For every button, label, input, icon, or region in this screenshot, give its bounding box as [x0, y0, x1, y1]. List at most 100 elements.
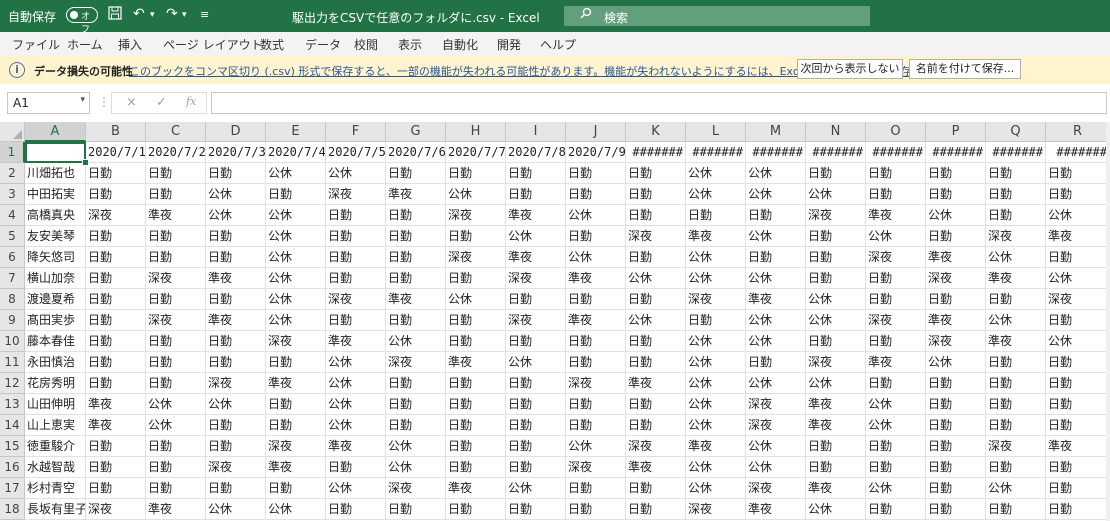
cell-i5[interactable]: 公休 — [506, 226, 566, 247]
cell-m11[interactable]: 日勤 — [746, 352, 806, 373]
cell-d5[interactable]: 日勤 — [206, 226, 266, 247]
cell-b12[interactable]: 日勤 — [86, 373, 146, 394]
row-header-8[interactable]: 8 — [0, 289, 25, 310]
insert-function-icon[interactable]: fx — [186, 95, 196, 108]
cell-h16[interactable]: 日勤 — [446, 457, 506, 478]
cell-j12[interactable]: 深夜 — [566, 373, 626, 394]
cell-o4[interactable]: 準夜 — [866, 205, 926, 226]
cell-j17[interactable]: 日勤 — [566, 478, 626, 499]
cell-f14[interactable]: 公休 — [326, 415, 386, 436]
fill-handle[interactable] — [82, 159, 89, 166]
cell-l14[interactable]: 公休 — [686, 415, 746, 436]
cell-g12[interactable]: 日勤 — [386, 373, 446, 394]
cell-c3[interactable]: 日勤 — [146, 184, 206, 205]
cell-f18[interactable]: 日勤 — [326, 499, 386, 520]
redo-dropdown-icon[interactable]: ▾ — [182, 10, 187, 20]
cell-f10[interactable]: 準夜 — [326, 331, 386, 352]
cell-d3[interactable]: 公休 — [206, 184, 266, 205]
cell-f11[interactable]: 公休 — [326, 352, 386, 373]
cell-r1[interactable]: ####### — [1046, 142, 1110, 163]
cell-j11[interactable]: 日勤 — [566, 352, 626, 373]
cell-e13[interactable]: 日勤 — [266, 394, 326, 415]
cell-p17[interactable]: 日勤 — [926, 478, 986, 499]
cell-n17[interactable]: 準夜 — [806, 478, 866, 499]
cell-n6[interactable]: 日勤 — [806, 247, 866, 268]
cell-c15[interactable]: 日勤 — [146, 436, 206, 457]
cell-i7[interactable]: 深夜 — [506, 268, 566, 289]
cell-q4[interactable]: 日勤 — [986, 205, 1046, 226]
cell-n7[interactable]: 日勤 — [806, 268, 866, 289]
row-header-7[interactable]: 7 — [0, 268, 25, 289]
cell-k9[interactable]: 公休 — [626, 310, 686, 331]
column-header-g[interactable]: G — [386, 122, 446, 142]
cell-r7[interactable]: 公休 — [1046, 268, 1110, 289]
cell-r11[interactable]: 日勤 — [1046, 352, 1110, 373]
cell-n12[interactable]: 公休 — [806, 373, 866, 394]
column-header-e[interactable]: E — [266, 122, 326, 142]
cell-j14[interactable]: 日勤 — [566, 415, 626, 436]
cell-a15[interactable]: 徳重駿介 — [25, 436, 86, 457]
cell-g10[interactable]: 公休 — [386, 331, 446, 352]
cell-b6[interactable]: 日勤 — [86, 247, 146, 268]
cell-q12[interactable]: 日勤 — [986, 373, 1046, 394]
cell-n2[interactable]: 日勤 — [806, 163, 866, 184]
cell-b13[interactable]: 準夜 — [86, 394, 146, 415]
cell-j4[interactable]: 公休 — [566, 205, 626, 226]
column-header-m[interactable]: M — [746, 122, 806, 142]
cell-c16[interactable]: 日勤 — [146, 457, 206, 478]
cell-p7[interactable]: 深夜 — [926, 268, 986, 289]
cell-a1[interactable] — [25, 142, 86, 163]
cell-g14[interactable]: 日勤 — [386, 415, 446, 436]
column-header-i[interactable]: I — [506, 122, 566, 142]
cell-f5[interactable]: 日勤 — [326, 226, 386, 247]
cell-e9[interactable]: 公休 — [266, 310, 326, 331]
cell-o15[interactable]: 日勤 — [866, 436, 926, 457]
cell-m10[interactable]: 公休 — [746, 331, 806, 352]
cell-j13[interactable]: 日勤 — [566, 394, 626, 415]
cell-i2[interactable]: 日勤 — [506, 163, 566, 184]
cell-q2[interactable]: 日勤 — [986, 163, 1046, 184]
splitter-handle[interactable]: ⋮ — [98, 95, 110, 109]
cell-i3[interactable]: 日勤 — [506, 184, 566, 205]
cell-j2[interactable]: 日勤 — [566, 163, 626, 184]
cell-m16[interactable]: 公休 — [746, 457, 806, 478]
cell-r8[interactable]: 深夜 — [1046, 289, 1110, 310]
cell-k12[interactable]: 準夜 — [626, 373, 686, 394]
cell-c9[interactable]: 深夜 — [146, 310, 206, 331]
cell-g15[interactable]: 公休 — [386, 436, 446, 457]
cell-b5[interactable]: 日勤 — [86, 226, 146, 247]
cell-c10[interactable]: 日勤 — [146, 331, 206, 352]
cell-f2[interactable]: 公休 — [326, 163, 386, 184]
cell-l17[interactable]: 公休 — [686, 478, 746, 499]
cell-h14[interactable]: 日勤 — [446, 415, 506, 436]
cell-e6[interactable]: 公休 — [266, 247, 326, 268]
cell-g5[interactable]: 日勤 — [386, 226, 446, 247]
cell-k15[interactable]: 深夜 — [626, 436, 686, 457]
cell-j3[interactable]: 日勤 — [566, 184, 626, 205]
cell-p2[interactable]: 日勤 — [926, 163, 986, 184]
cell-c17[interactable]: 日勤 — [146, 478, 206, 499]
cell-k11[interactable]: 日勤 — [626, 352, 686, 373]
cell-o12[interactable]: 日勤 — [866, 373, 926, 394]
cell-m13[interactable]: 深夜 — [746, 394, 806, 415]
cell-n16[interactable]: 日勤 — [806, 457, 866, 478]
row-header-2[interactable]: 2 — [0, 163, 25, 184]
cell-l6[interactable]: 公休 — [686, 247, 746, 268]
cell-o3[interactable]: 日勤 — [866, 184, 926, 205]
cell-b18[interactable]: 深夜 — [86, 499, 146, 520]
cell-r4[interactable]: 公休 — [1046, 205, 1110, 226]
cell-a3[interactable]: 中田拓実 — [25, 184, 86, 205]
cancel-icon[interactable]: × — [126, 95, 137, 110]
cell-l3[interactable]: 公休 — [686, 184, 746, 205]
cell-h11[interactable]: 準夜 — [446, 352, 506, 373]
cell-r15[interactable]: 準夜 — [1046, 436, 1110, 457]
cell-b11[interactable]: 日勤 — [86, 352, 146, 373]
dont-show-again-button[interactable]: 次回から表示しない — [797, 59, 903, 79]
row-header-4[interactable]: 4 — [0, 205, 25, 226]
cell-r9[interactable]: 日勤 — [1046, 310, 1110, 331]
cell-m2[interactable]: 公休 — [746, 163, 806, 184]
cell-o18[interactable]: 日勤 — [866, 499, 926, 520]
cell-d2[interactable]: 日勤 — [206, 163, 266, 184]
column-header-b[interactable]: B — [86, 122, 146, 142]
tab-insert[interactable]: 挿入 — [118, 36, 142, 53]
